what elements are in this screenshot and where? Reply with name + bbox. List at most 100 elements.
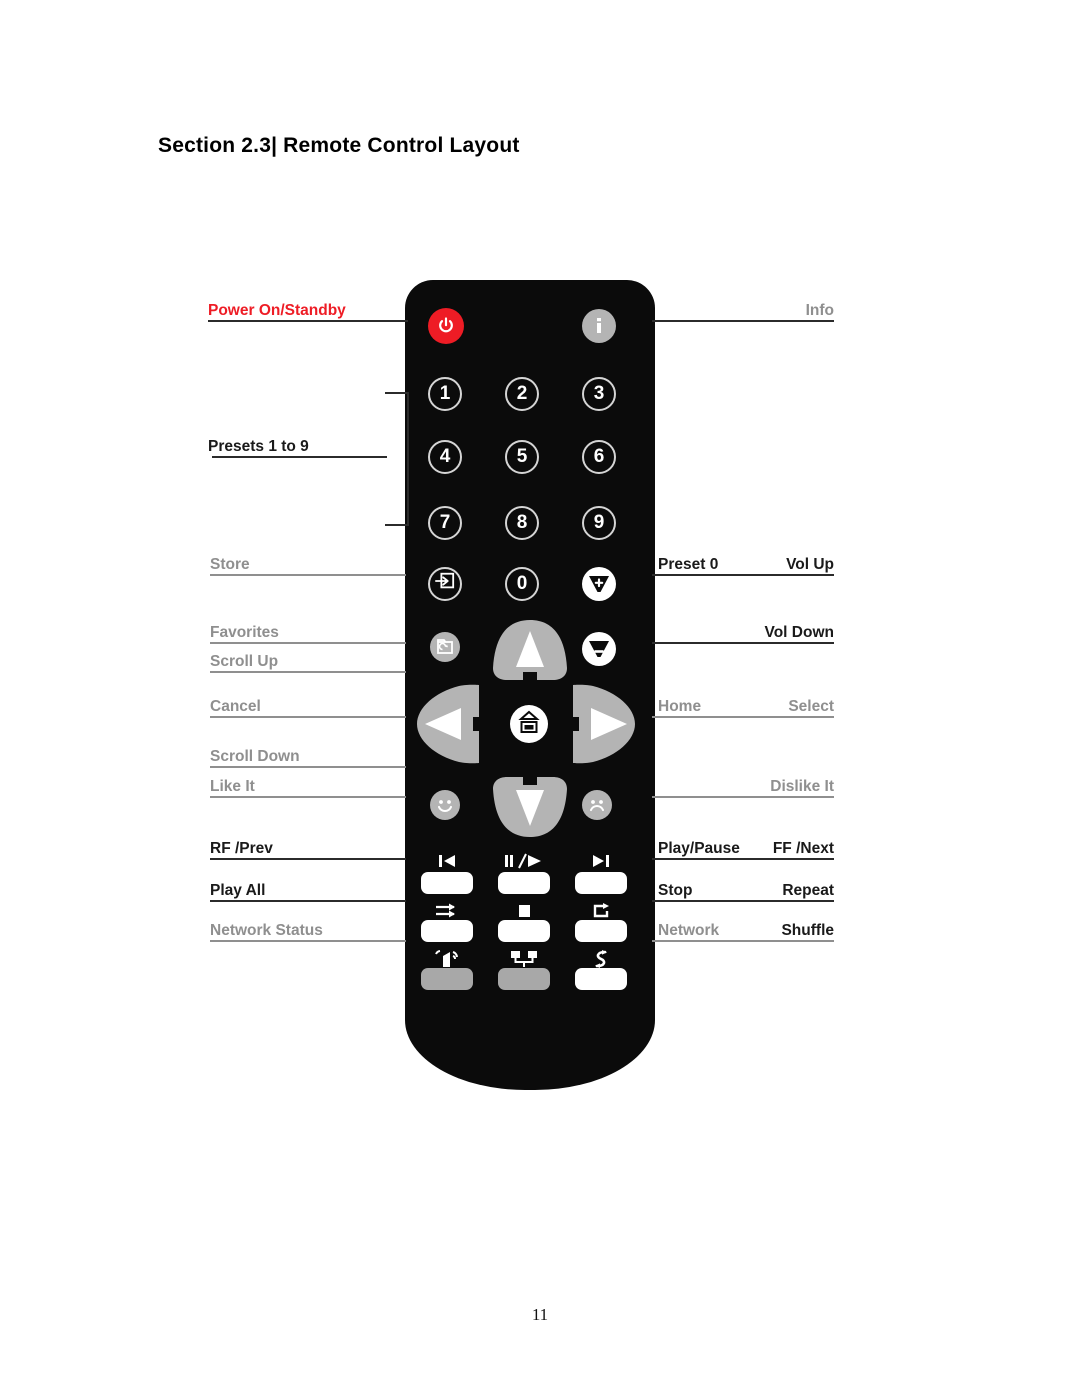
callout-info: Info: [652, 292, 834, 322]
key-4[interactable]: 4: [428, 440, 462, 474]
callout-stop-repeat: Stop Repeat: [652, 872, 834, 902]
callout-scroll-down: Scroll Down: [210, 738, 406, 768]
shuffle-button[interactable]: [575, 968, 627, 990]
repeat-button[interactable]: [575, 920, 627, 942]
presets-bracket: [385, 392, 409, 526]
rf-prev-button[interactable]: [421, 872, 473, 894]
callout-scroll-up: Scroll Up: [210, 643, 406, 673]
leader-line: [652, 574, 834, 576]
network-button[interactable]: [498, 968, 550, 990]
remote-body: 1 2 3 4 5 6 7 8 9 0: [405, 280, 655, 1090]
callout-label: RF /Prev: [210, 840, 273, 857]
play-pause-icon: [498, 850, 550, 872]
callout-like-it: Like It: [210, 768, 406, 798]
leader-line: [210, 716, 406, 718]
leader-line: [652, 320, 834, 322]
play-pause-button[interactable]: [498, 872, 550, 894]
callout-label: Power On/Standby: [208, 302, 346, 319]
key-2[interactable]: 2: [505, 377, 539, 411]
callout-presets-1-to-9: Presets 1 to 9: [208, 428, 388, 458]
key-7[interactable]: 7: [428, 506, 462, 540]
network-status-icon: [421, 948, 473, 970]
callout-label: Scroll Up: [210, 653, 279, 670]
key-6[interactable]: 6: [582, 440, 616, 474]
leader-line: [652, 716, 834, 718]
callout-label-ff-next: FF /Next: [772, 840, 834, 857]
leader-line: [210, 796, 406, 798]
stop-button[interactable]: [498, 920, 550, 942]
home-icon: [518, 710, 540, 733]
callout-preset-0-vol-up: Preset 0 Vol Up: [652, 546, 834, 576]
page-title: Section 2.3| Remote Control Layout: [158, 134, 520, 157]
callout-label: Info: [805, 302, 834, 319]
shuffle-icon: [575, 948, 627, 970]
leader-line: [652, 900, 834, 902]
callout-label-shuffle: Shuffle: [781, 922, 834, 939]
favorites-icon: [430, 632, 460, 662]
power-icon: [428, 308, 464, 344]
callout-label: Cancel: [210, 698, 261, 715]
like-it-button[interactable]: [430, 790, 460, 820]
previous-track-icon: [421, 850, 473, 872]
volume-down-icon: [582, 632, 616, 666]
callout-label-select: Select: [788, 698, 834, 715]
repeat-icon: [575, 900, 627, 922]
key-0[interactable]: 0: [505, 567, 539, 601]
callout-favorites: Favorites: [210, 614, 406, 644]
play-all-icon: [421, 900, 473, 922]
callout-label: Vol Down: [764, 624, 834, 641]
home-select-button[interactable]: [510, 705, 548, 743]
callout-label-repeat: Repeat: [782, 882, 834, 899]
callout-label-play-pause: Play/Pause: [658, 840, 740, 857]
leader-line: [208, 320, 408, 322]
callout-play-all: Play All: [210, 872, 406, 902]
callout-home-select: Home Select: [652, 688, 834, 718]
info-button[interactable]: [582, 309, 616, 343]
key-9[interactable]: 9: [582, 506, 616, 540]
callout-play-pause-ff-next: Play/Pause FF /Next: [652, 830, 834, 860]
page-number: 11: [531, 1305, 549, 1324]
next-track-icon: [575, 850, 627, 872]
callout-network-shuffle: Network Shuffle: [652, 912, 834, 942]
callout-label: Store: [210, 556, 250, 573]
callout-label: Network Status: [210, 922, 323, 939]
key-5[interactable]: 5: [505, 440, 539, 474]
callout-label-preset-0: Preset 0: [658, 556, 719, 573]
network-icon: [498, 948, 550, 970]
scroll-up-button[interactable]: [491, 620, 569, 687]
key-3[interactable]: 3: [582, 377, 616, 411]
callout-dislike-it: Dislike It: [652, 768, 834, 798]
leader-line: [652, 858, 834, 860]
key-8[interactable]: 8: [505, 506, 539, 540]
cancel-button[interactable]: [415, 684, 481, 769]
leader-line: [210, 900, 406, 902]
smiley-icon: [430, 790, 460, 820]
leader-line: [210, 858, 406, 860]
stop-icon: [498, 900, 550, 922]
callout-label: Like It: [210, 778, 255, 795]
scroll-down-button[interactable]: [491, 777, 569, 844]
dislike-it-button[interactable]: [582, 790, 612, 820]
ff-next-button[interactable]: [575, 872, 627, 894]
leader-line: [210, 940, 406, 942]
network-status-button[interactable]: [421, 968, 473, 990]
leader-line: [652, 796, 834, 798]
callout-label-stop: Stop: [658, 882, 693, 899]
callout-label: Favorites: [210, 624, 279, 641]
favorites-button[interactable]: [430, 632, 460, 662]
callout-store: Store: [210, 546, 406, 576]
callout-label-vol-up: Vol Up: [786, 556, 834, 573]
callout-label: Play All: [210, 882, 266, 899]
leader-line: [210, 671, 406, 673]
key-1[interactable]: 1: [428, 377, 462, 411]
callout-network-status: Network Status: [210, 912, 406, 942]
frowny-icon: [582, 790, 612, 820]
leader-line: [210, 574, 406, 576]
store-button[interactable]: [428, 567, 462, 601]
callout-rf-prev: RF /Prev: [210, 830, 406, 860]
power-button[interactable]: [428, 308, 464, 344]
volume-down-button[interactable]: [582, 632, 616, 666]
play-all-button[interactable]: [421, 920, 473, 942]
select-button[interactable]: [571, 684, 637, 769]
volume-up-button[interactable]: [582, 567, 616, 601]
